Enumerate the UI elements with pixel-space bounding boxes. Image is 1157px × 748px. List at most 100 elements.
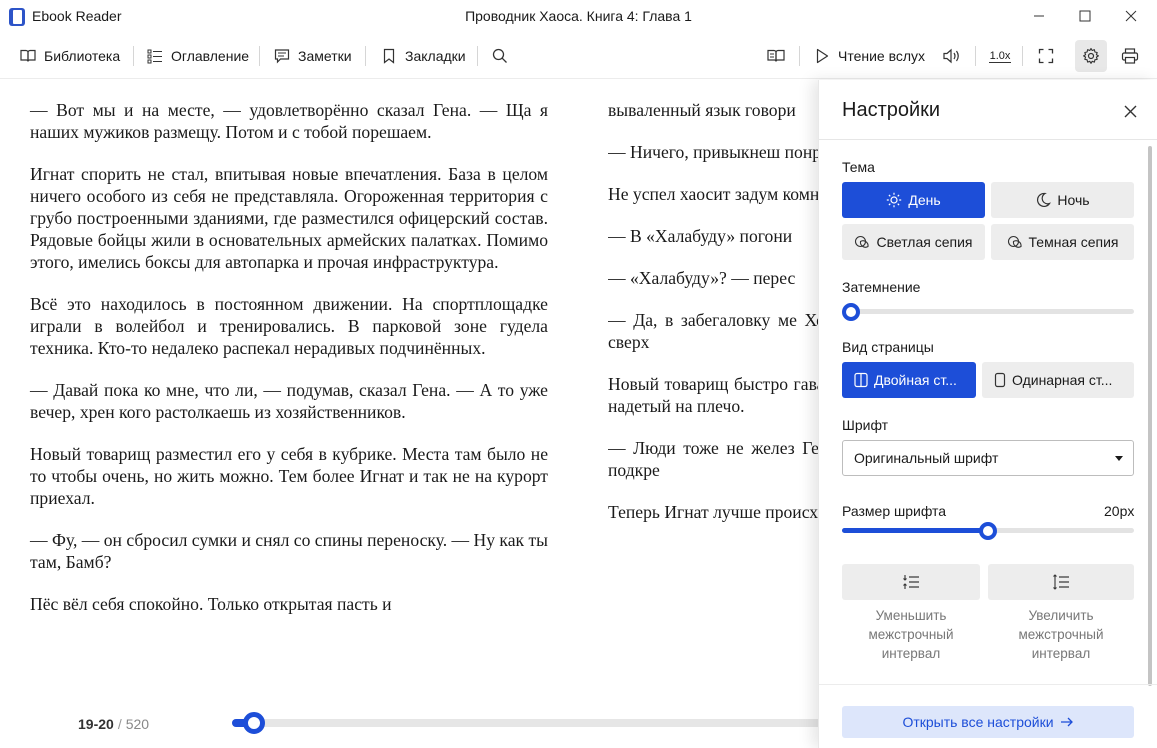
panel-divider [819,139,1157,140]
minimize-button[interactable] [1016,0,1062,32]
panel-scrollbar[interactable] [1148,146,1152,686]
increase-spacing-icon [1053,574,1069,590]
contents-button[interactable]: Оглавление [147,44,249,68]
font-label: Шрифт [842,417,889,433]
toolbar-divider [365,46,366,66]
theme-light-sepia-button[interactable]: Светлая сепия [842,224,985,260]
toolbar-divider [259,46,260,66]
voice-settings-button[interactable] [938,42,966,70]
theme-label: Тема [842,159,875,175]
left-page: — Вот мы и на месте, — удовлетворённо ск… [30,99,548,635]
app-title: Ebook Reader [32,8,122,24]
progress-track[interactable] [232,719,832,727]
sepia-icon [1007,235,1022,248]
dimming-slider-track[interactable] [842,309,1134,314]
paragraph: Пёс вёл себя спокойно. Только открытая п… [30,594,392,614]
page-separator: / [117,716,122,732]
font-size-label: Размер шрифта [842,503,947,519]
bookmarks-label: Закладки [405,48,466,64]
close-window-button[interactable] [1108,0,1154,32]
decrease-line-spacing-button[interactable] [842,564,980,600]
paragraph: Новый товарищ разместил его у себя в куб… [30,444,548,508]
panel-footer-divider [819,684,1157,685]
theme-day-label: День [908,192,941,208]
book-view-button[interactable] [762,42,790,70]
font-size-slider-fill [842,528,988,533]
bookmarks-button[interactable]: Закладки [381,44,466,68]
progress-thumb[interactable] [242,712,265,734]
maximize-button[interactable] [1062,0,1108,32]
toolbar: Библиотека Оглавление Заметки Закладки Ч… [0,36,1157,76]
close-icon [1124,105,1136,117]
open-all-settings-button[interactable]: Открыть все настройки [842,706,1134,738]
fullscreen-button[interactable] [1032,42,1060,70]
font-select[interactable]: Оригинальный шрифт [842,440,1134,476]
moon-icon [1037,192,1052,208]
contents-label: Оглавление [171,48,250,64]
contents-icon [147,49,162,64]
double-page-icon [854,372,868,388]
settings-close-button[interactable] [1119,100,1141,122]
settings-button[interactable] [1075,40,1107,72]
play-icon [816,48,829,64]
maximize-icon [1079,10,1091,22]
single-page-button[interactable]: Одинарная ст... [982,362,1134,398]
library-button[interactable]: Библиотека [20,44,120,68]
dimming-slider-thumb[interactable] [842,303,860,321]
increase-line-spacing-caption: Увеличить межстрочный интервал [1018,608,1104,661]
toolbar-border [0,78,1157,79]
paragraph: — Давай пока ко мне, что ли, — подумав, … [30,380,548,422]
settings-title: Настройки [842,99,941,121]
notes-label: Заметки [298,48,352,64]
page-counter: 19-20/520 [78,716,149,732]
theme-dark-sepia-button[interactable]: Темная сепия [991,224,1134,260]
decrease-spacing-icon [903,575,919,589]
dropdown-arrow-icon [1115,456,1123,461]
font-size-slider-thumb[interactable] [979,522,997,540]
double-page-label: Двойная ст... [874,372,957,388]
printer-icon [1121,48,1139,64]
notes-icon [274,49,290,64]
single-page-label: Одинарная ст... [1012,372,1113,388]
total-pages: 520 [125,716,150,732]
paragraph: — Вот мы и на месте, — удовлетворённо ск… [30,100,548,142]
dimming-label: Затемнение [842,279,921,295]
app-book-icon [9,8,25,26]
page-view-label: Вид страницы [842,339,934,355]
speed-button[interactable]: 1.0x [986,42,1014,70]
toolbar-divider [133,46,134,66]
open-all-settings-label: Открыть все настройки [902,714,1054,730]
theme-dark-sepia-label: Темная сепия [1028,234,1119,250]
speed-label: 1.0x [988,49,1012,63]
paragraph: Игнат спорить не стал, впитывая новые вп… [30,164,548,272]
current-pages: 19-20 [78,716,114,732]
search-icon [492,48,507,63]
bookmark-icon [383,48,395,64]
fullscreen-icon [1038,48,1054,64]
print-button[interactable] [1116,42,1144,70]
search-button[interactable] [486,42,514,70]
single-page-icon [994,372,1006,388]
read-aloud-label: Чтение вслух [838,48,926,64]
toolbar-divider [975,46,976,66]
speaker-icon [943,48,959,64]
increase-line-spacing-button[interactable] [988,564,1134,600]
document-title: Проводник Хаоса. Книга 4: Глава 1 [465,8,692,24]
library-label: Библиотека [44,48,121,64]
double-page-button[interactable]: Двойная ст... [842,362,976,398]
paragraph: — Фу, — он сбросил сумки и снял со спины… [30,530,548,572]
read-aloud-button[interactable]: Чтение вслух [814,44,925,68]
sun-icon [887,192,902,208]
open-book-icon [767,49,785,62]
notes-button[interactable]: Заметки [274,44,352,68]
close-icon [1125,10,1137,22]
paragraph: Всё это находилось в постоянном движении… [30,294,548,358]
font-size-value: 20px [1104,503,1135,519]
theme-night-button[interactable]: Ночь [991,182,1134,218]
library-icon [20,49,36,62]
toolbar-divider [1022,46,1023,66]
theme-day-button[interactable]: День [842,182,985,218]
decrease-line-spacing-caption: Уменьшить межстрочный интервал [868,608,954,661]
sepia-icon [855,235,870,248]
title-bar: Ebook Reader Проводник Хаоса. Книга 4: Г… [0,0,1157,34]
